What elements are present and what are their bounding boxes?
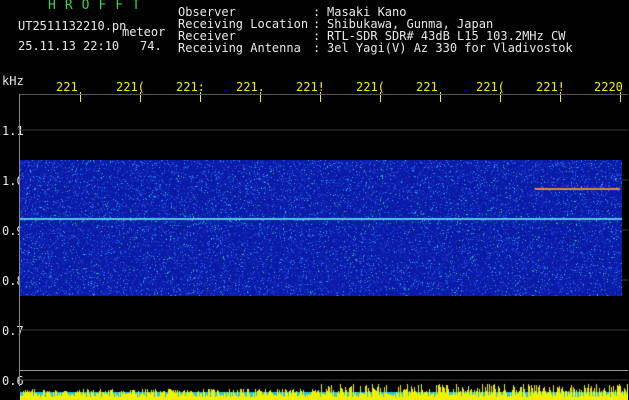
x-tick-label: 2220	[594, 80, 623, 94]
filename: UT2511132210.pn	[18, 19, 127, 33]
x-tick-label: 221	[416, 80, 438, 94]
baseline-line	[20, 370, 628, 371]
detection-count: 74.	[140, 39, 162, 53]
spectrogram	[20, 160, 622, 296]
mode-label: meteor	[122, 25, 166, 39]
y-axis-unit: kHz	[2, 74, 24, 88]
antenna-value: 3el Yagi(V) Az 330 for Vladivostok	[327, 41, 573, 55]
antenna-label: Receiving Antenna	[178, 41, 301, 55]
datetime: 25.11.13 22:10	[18, 39, 120, 53]
app-logo: HROFFT	[48, 0, 149, 13]
activity-bar	[20, 378, 628, 400]
field-colon: :	[313, 41, 321, 55]
x-tick-label: 221	[56, 80, 78, 94]
